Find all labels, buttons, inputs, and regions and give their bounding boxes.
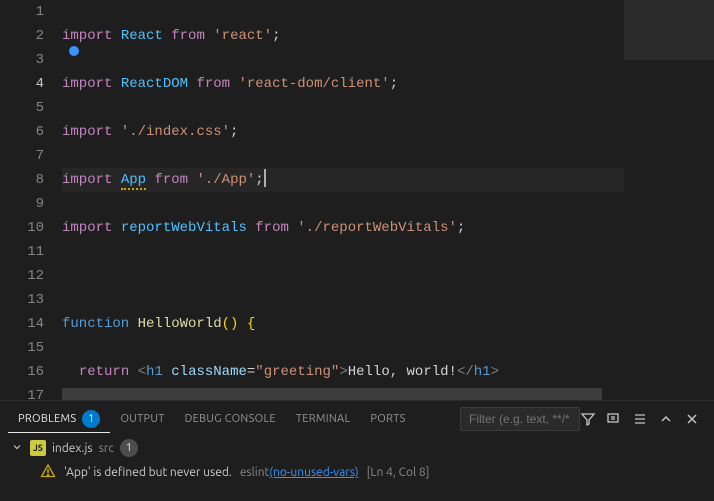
line-number: 11 xyxy=(0,240,44,264)
problems-count-badge: 1 xyxy=(82,410,100,428)
bottom-panel: PROBLEMS 1 OUTPUT DEBUG CONSOLE TERMINAL… xyxy=(0,400,714,501)
text-cursor xyxy=(264,169,266,187)
line-number: 16 xyxy=(0,360,44,384)
chevron-up-icon[interactable] xyxy=(658,411,674,427)
chevron-down-icon[interactable] xyxy=(10,441,24,456)
tab-ports[interactable]: PORTS xyxy=(360,413,415,425)
problem-file-name: index.js xyxy=(52,442,93,455)
close-icon[interactable] xyxy=(684,411,700,427)
line-number: 15 xyxy=(0,336,44,360)
filter-icon[interactable] xyxy=(580,411,596,427)
panel-actions xyxy=(580,411,706,427)
tab-output[interactable]: OUTPUT xyxy=(110,413,174,425)
line-number: 6 xyxy=(0,120,44,144)
view-as-tree-icon[interactable] xyxy=(632,411,648,427)
tab-label: PROBLEMS xyxy=(18,413,76,425)
code-content[interactable]: import React from 'react'; import ReactD… xyxy=(62,0,714,400)
line-number: 10 xyxy=(0,216,44,240)
line-number: 1 xyxy=(0,0,44,24)
line-number-active: 4 xyxy=(0,72,44,96)
line-number: 13 xyxy=(0,288,44,312)
panel-tabs: PROBLEMS 1 OUTPUT DEBUG CONSOLE TERMINAL… xyxy=(0,401,714,436)
warning-icon xyxy=(40,463,56,482)
problem-message: 'App' is defined but never used. xyxy=(64,466,232,479)
javascript-file-icon: JS xyxy=(30,440,46,456)
minimap[interactable] xyxy=(624,0,714,388)
line-number: 7 xyxy=(0,144,44,168)
eslint-rule-link[interactable]: (no-unused-vars) xyxy=(269,466,358,479)
line-number: 17 xyxy=(0,384,44,400)
line-number: 9 xyxy=(0,192,44,216)
tab-terminal[interactable]: TERMINAL xyxy=(286,413,361,425)
problem-file-dir: src xyxy=(99,442,114,455)
tab-problems[interactable]: PROBLEMS 1 xyxy=(8,410,110,433)
unused-var-warning[interactable]: App xyxy=(121,172,146,190)
line-number: 12 xyxy=(0,264,44,288)
line-number-gutter: 1 2 3 4 5 6 7 8 9 10 11 12 13 14 15 16 1… xyxy=(0,0,62,400)
file-problem-count-badge: 1 xyxy=(120,439,138,457)
problems-filter-input[interactable] xyxy=(460,407,580,431)
scrollbar-thumb[interactable] xyxy=(62,388,602,400)
tab-debug-console[interactable]: DEBUG CONSOLE xyxy=(175,413,286,425)
line-number: 2 xyxy=(0,24,44,48)
problem-location: [Ln 4, Col 8] xyxy=(367,466,430,479)
problem-source: eslint(no-unused-vars) xyxy=(240,466,359,479)
minimap-viewport[interactable] xyxy=(624,0,714,60)
lightbulb-hint-icon[interactable] xyxy=(69,46,79,56)
line-number: 5 xyxy=(0,96,44,120)
code-editor[interactable]: 1 2 3 4 5 6 7 8 9 10 11 12 13 14 15 16 1… xyxy=(0,0,714,400)
problem-item[interactable]: 'App' is defined but never used. eslint(… xyxy=(0,460,714,485)
collapse-all-icon[interactable] xyxy=(606,411,622,427)
line-number: 3 xyxy=(0,48,44,72)
line-number: 14 xyxy=(0,312,44,336)
line-number: 8 xyxy=(0,168,44,192)
horizontal-scrollbar[interactable] xyxy=(62,388,714,400)
problem-file-row[interactable]: JS index.js src 1 xyxy=(0,436,714,460)
